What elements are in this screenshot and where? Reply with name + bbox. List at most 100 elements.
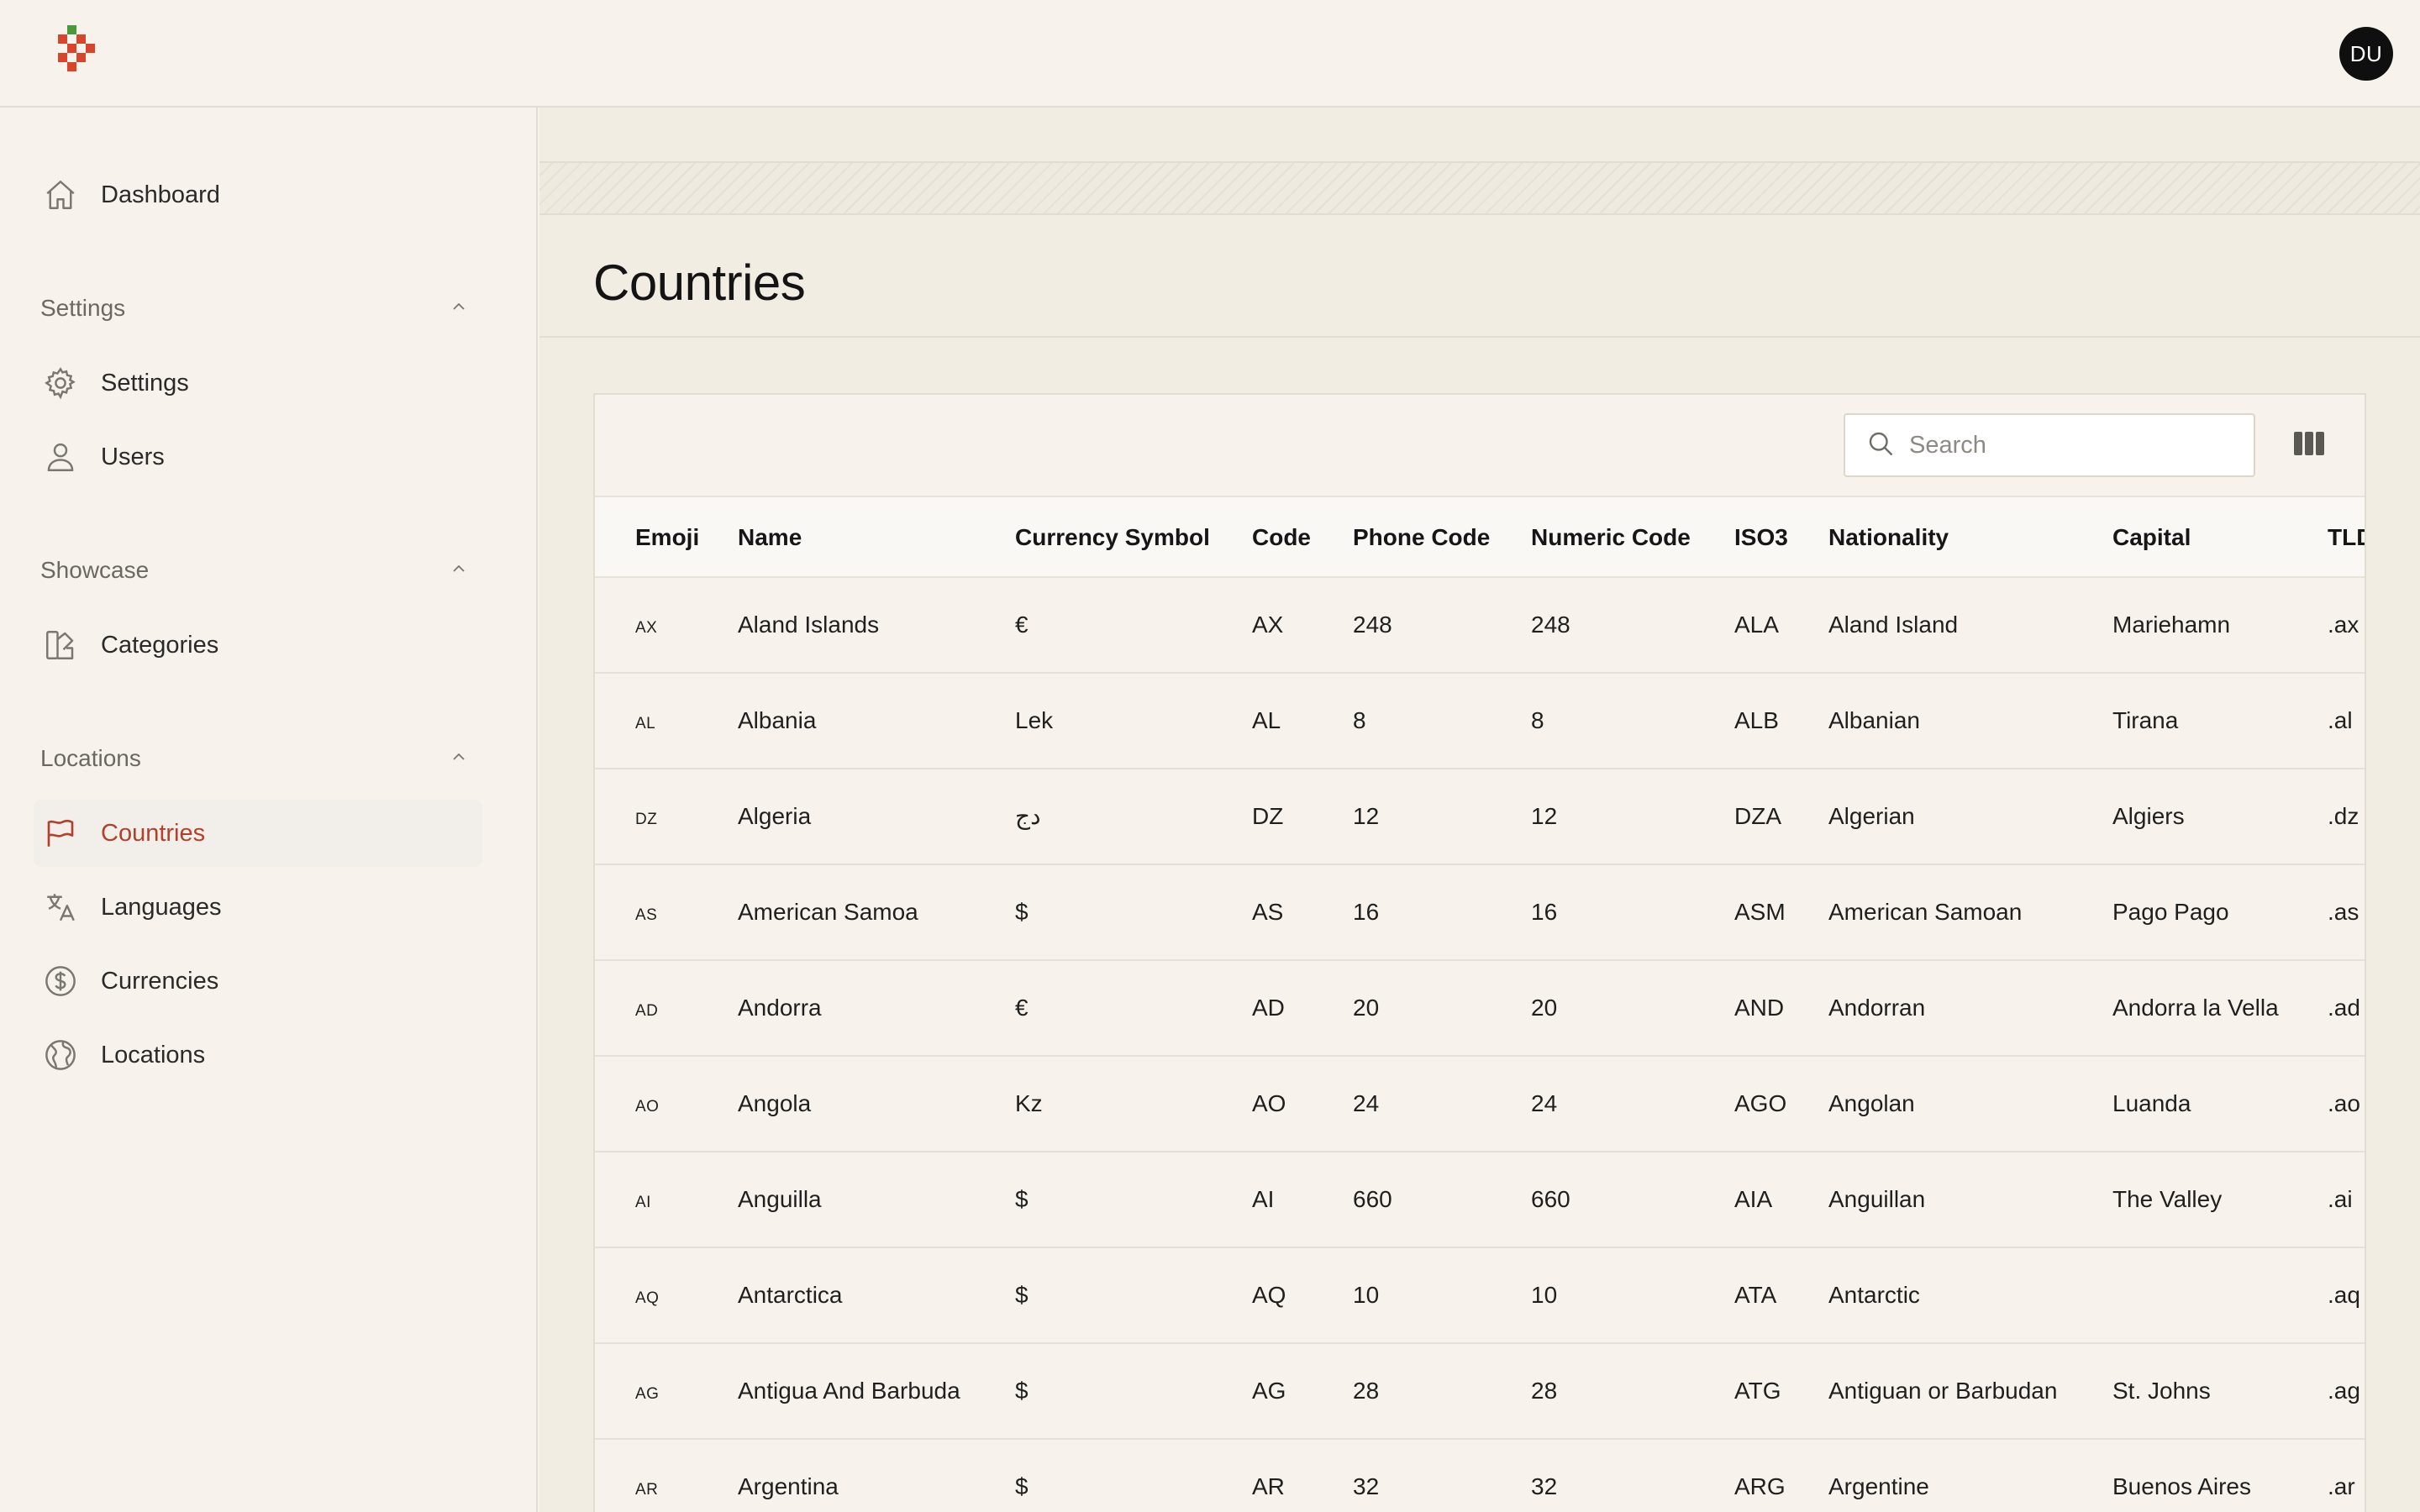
logo-icon[interactable] bbox=[57, 25, 104, 82]
column-header-name[interactable]: Name bbox=[738, 497, 802, 578]
countries-table-card: Emoji Name Currency Symbol Code Phone Co… bbox=[593, 393, 2366, 1512]
cell-currency-symbol: $ bbox=[1015, 1282, 1028, 1308]
chevron-up-icon[interactable] bbox=[449, 297, 469, 321]
chevron-up-icon[interactable] bbox=[449, 747, 469, 771]
sidebar-item-settings[interactable]: Settings bbox=[34, 349, 482, 417]
sidebar-item-label: Countries bbox=[101, 819, 206, 847]
search-input[interactable] bbox=[1909, 431, 2245, 459]
cell-phone-code: 8 bbox=[1353, 707, 1366, 733]
sidebar-item-currencies[interactable]: Currencies bbox=[34, 948, 482, 1015]
cell-currency-symbol: $ bbox=[1015, 1186, 1028, 1212]
cell-nationality: Argentine bbox=[1828, 1473, 1929, 1499]
table-row[interactable]: AL Albania Lek AL 8 8 ALB Albanian Tirana .al bbox=[595, 674, 2365, 769]
sidebar-item-label: Languages bbox=[101, 893, 222, 921]
cell-nationality: Andorran bbox=[1828, 995, 1926, 1021]
search-box[interactable] bbox=[1844, 413, 2255, 477]
cell-code: AR bbox=[1252, 1473, 1285, 1499]
cell-code: AD bbox=[1252, 995, 1285, 1021]
section-label: Showcase bbox=[40, 557, 150, 583]
column-header-currency-symbol[interactable]: Currency Symbol bbox=[1015, 497, 1210, 578]
table-row[interactable]: DZ Algeria دج DZ 12 12 DZA Algerian Algiers .dz bbox=[595, 769, 2365, 865]
cell-nationality: Angolan bbox=[1828, 1090, 1915, 1116]
columns-toggle-button[interactable] bbox=[2292, 428, 2326, 462]
column-header-iso3[interactable]: ISO3 bbox=[1734, 497, 1788, 578]
cell-emoji: AR bbox=[635, 1481, 659, 1499]
cell-nationality: Aland Island bbox=[1828, 612, 1959, 638]
section-label: Settings bbox=[40, 295, 126, 321]
cell-nationality: Antiguan or Barbudan bbox=[1828, 1378, 2058, 1404]
cell-tld: .ag bbox=[2328, 1378, 2360, 1404]
sidebar-item-label: Settings bbox=[101, 369, 189, 396]
column-header-emoji[interactable]: Emoji bbox=[635, 497, 699, 578]
sidebar-item-categories[interactable]: Categories bbox=[34, 612, 482, 679]
cell-numeric-code: 32 bbox=[1531, 1473, 1558, 1499]
user-icon bbox=[42, 438, 79, 475]
cell-currency-symbol: Kz bbox=[1015, 1090, 1043, 1116]
cell-name: Antarctica bbox=[738, 1282, 843, 1308]
cell-phone-code: 28 bbox=[1353, 1378, 1380, 1404]
cell-capital: St. Johns bbox=[2112, 1378, 2211, 1404]
sidebar-item-languages[interactable]: Languages bbox=[34, 874, 482, 941]
table-row[interactable]: AS American Samoa $ AS 16 16 ASM American Samoa… bbox=[595, 865, 2365, 961]
sidebar-item-locations[interactable]: Locations bbox=[34, 1021, 482, 1089]
table-row[interactable]: AR Argentina $ AR 32 32 ARG Argentine Buenos Air… bbox=[595, 1440, 2365, 1512]
chevron-up-icon[interactable] bbox=[449, 559, 469, 583]
sidebar-item-dashboard[interactable]: Dashboard bbox=[34, 161, 482, 228]
column-header-phone-code[interactable]: Phone Code bbox=[1353, 497, 1490, 578]
table-row[interactable]: AD Andorra € AD 20 20 AND Andorran Andorra la Ve… bbox=[595, 961, 2365, 1057]
home-icon bbox=[42, 176, 79, 213]
cell-tld: .ar bbox=[2328, 1473, 2355, 1499]
sidebar-item-users[interactable]: Users bbox=[34, 423, 482, 491]
cell-iso3: ALA bbox=[1734, 612, 1779, 638]
table-row[interactable]: AX Aland Islands € AX 248 248 ALA Aland Island M… bbox=[595, 578, 2365, 674]
cell-capital: Algiers bbox=[2112, 803, 2185, 829]
cell-emoji: AS bbox=[635, 906, 658, 924]
dollar-circle-icon bbox=[42, 963, 79, 1000]
column-header-nationality[interactable]: Nationality bbox=[1828, 497, 1949, 578]
cell-tld: .ao bbox=[2328, 1090, 2360, 1116]
cell-tld: .al bbox=[2328, 707, 2353, 733]
cell-iso3: AIA bbox=[1734, 1186, 1773, 1212]
sidebar-item-countries[interactable]: Countries bbox=[34, 800, 482, 867]
table-row[interactable]: AO Angola Kz AO 24 24 AGO Angolan Luanda .ao bbox=[595, 1057, 2365, 1152]
gear-icon bbox=[42, 365, 79, 402]
cell-tld: .aq bbox=[2328, 1282, 2360, 1308]
cell-numeric-code: 660 bbox=[1531, 1186, 1570, 1212]
top-bar: DU bbox=[0, 0, 2420, 108]
cell-currency-symbol: € bbox=[1015, 995, 1028, 1021]
section-showcase[interactable]: Showcase bbox=[40, 549, 469, 591]
section-locations[interactable]: Locations bbox=[40, 738, 469, 780]
table-row[interactable]: AI Anguilla $ AI 660 660 AIA Anguillan The Valle… bbox=[595, 1152, 2365, 1248]
columns-icon bbox=[2293, 431, 2325, 460]
cell-iso3: AND bbox=[1734, 995, 1785, 1021]
cell-code: AQ bbox=[1252, 1282, 1286, 1308]
cell-tld: .ad bbox=[2328, 995, 2360, 1021]
cell-code: AO bbox=[1252, 1090, 1286, 1116]
cell-phone-code: 16 bbox=[1353, 899, 1380, 925]
cell-tld: .ax bbox=[2328, 612, 2360, 638]
table-toolbar bbox=[595, 395, 2365, 496]
cell-currency-symbol: $ bbox=[1015, 1473, 1028, 1499]
table-row[interactable]: AG Antigua And Barbuda $ AG 28 28 ATG Antiguan … bbox=[595, 1344, 2365, 1440]
cell-currency-symbol: $ bbox=[1015, 1378, 1028, 1404]
table-row[interactable]: AQ Antarctica $ AQ 10 10 ATA Antarctic .aq bbox=[595, 1248, 2365, 1344]
cell-tld: .ai bbox=[2328, 1186, 2353, 1212]
column-header-numeric-code[interactable]: Numeric Code bbox=[1531, 497, 1691, 578]
column-header-code[interactable]: Code bbox=[1252, 497, 1311, 578]
cell-name: Antigua And Barbuda bbox=[738, 1378, 960, 1404]
cell-name: Argentina bbox=[738, 1473, 839, 1499]
cell-numeric-code: 28 bbox=[1531, 1378, 1558, 1404]
cell-emoji: AI bbox=[635, 1194, 651, 1211]
column-header-capital[interactable]: Capital bbox=[2112, 497, 2191, 578]
sidebar-item-label: Categories bbox=[101, 631, 219, 659]
cell-numeric-code: 24 bbox=[1531, 1090, 1558, 1116]
avatar[interactable]: DU bbox=[2339, 27, 2393, 81]
column-header-tld[interactable]: TLD bbox=[2328, 497, 2365, 578]
cell-nationality: Algerian bbox=[1828, 803, 1915, 829]
cell-numeric-code: 20 bbox=[1531, 995, 1558, 1021]
cell-name: American Samoa bbox=[738, 899, 918, 925]
cell-emoji: AO bbox=[635, 1098, 660, 1116]
cell-nationality: Anguillan bbox=[1828, 1186, 1926, 1212]
section-settings[interactable]: Settings bbox=[40, 287, 469, 329]
cell-code: DZ bbox=[1252, 803, 1284, 829]
